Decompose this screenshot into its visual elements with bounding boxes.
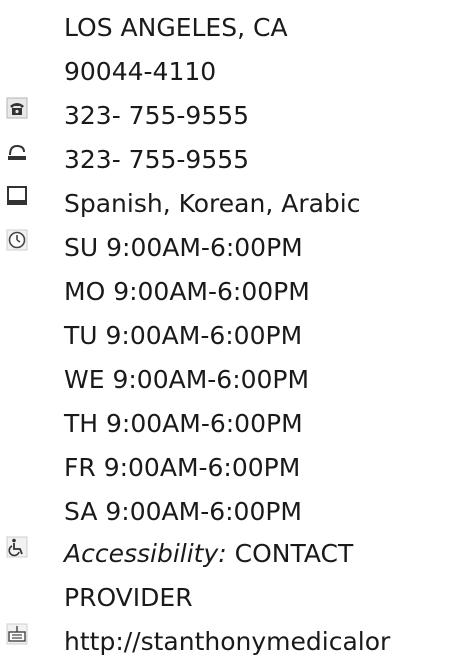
accessibility-label: Accessibility:: [64, 539, 227, 568]
fax-icon: [6, 141, 28, 163]
hours-sunday: SU 9:00AM-6:00PM: [64, 233, 303, 262]
address-zip: 90044-4110: [64, 57, 217, 86]
hours-tuesday: TU 9:00AM-6:00PM: [64, 321, 303, 350]
website-link[interactable]: http://stanthonymedicalor: [64, 626, 390, 658]
clock-icon: [6, 229, 28, 251]
hours-monday: MO 9:00AM-6:00PM: [64, 277, 310, 306]
fax-number: 323- 755-9555: [64, 145, 250, 174]
language-icon: [7, 186, 27, 205]
hours-wednesday: WE 9:00AM-6:00PM: [64, 365, 310, 394]
accessibility-line1: Accessibility: CONTACT: [64, 538, 353, 570]
phone-number[interactable]: 323- 755-9555: [64, 100, 249, 132]
keyboard-icon: [6, 623, 28, 645]
languages-value: Spanish, Korean, Arabic: [64, 189, 361, 218]
accessibility-line2: PROVIDER: [64, 583, 193, 612]
hours-friday: FR 9:00AM-6:00PM: [64, 453, 301, 482]
wheelchair-icon: [6, 536, 28, 558]
hours-saturday: SA 9:00AM-6:00PM: [64, 497, 303, 526]
accessibility-value: CONTACT: [234, 539, 354, 568]
hours-thursday: TH 9:00AM-6:00PM: [64, 409, 303, 438]
provider-details: LOS ANGELES, CA 90044-4110 323- 755-9555…: [0, 0, 467, 658]
telephone-icon: [6, 97, 28, 119]
address-city-state: LOS ANGELES, CA: [64, 13, 288, 42]
